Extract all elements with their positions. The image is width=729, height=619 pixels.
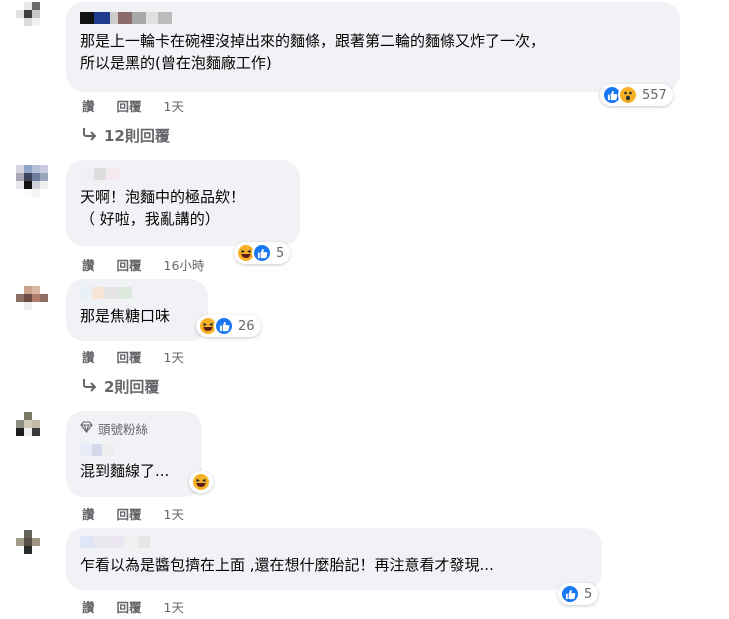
reply-arrow-icon: [82, 127, 98, 145]
comment-text: 那是上一輪卡在碗裡沒掉出來的麵條，跟著第二輪的麵條又炸了一次， 所以是黑的(曾在…: [80, 32, 546, 72]
comment-bubble: 天啊！泡麵中的極品欸！ （ 好啦，我亂講的）: [66, 160, 300, 246]
like-button[interactable]: 讚: [82, 504, 95, 523]
replies-count: 2則回覆: [104, 378, 160, 396]
avatar[interactable]: [16, 2, 48, 34]
comment-bubble: 乍看以為是醬包擠在上面 ,還在想什麼胎記！再注意看才發現...: [66, 528, 602, 590]
comment-bubble: 那是焦糖口味: [66, 279, 208, 341]
reaction-count: 26: [238, 318, 255, 334]
comment-text: 天啊！泡麵中的極品欸！ （ 好啦，我亂講的）: [80, 188, 246, 228]
timestamp[interactable]: 16小時: [164, 255, 205, 274]
haha-icon: [191, 472, 211, 492]
comment-actions: 讚 回覆 1天: [82, 96, 206, 115]
comment-text: 乍看以為是醬包擠在上面 ,還在想什麼胎記！再注意看才發現...: [80, 556, 494, 574]
like-icon: [252, 243, 272, 263]
author-name[interactable]: [80, 287, 194, 299]
reply-button[interactable]: 回覆: [117, 504, 142, 523]
reply-button[interactable]: 回覆: [117, 597, 142, 616]
author-name[interactable]: [80, 536, 588, 548]
like-button[interactable]: 讚: [82, 347, 95, 366]
author-name[interactable]: [80, 168, 286, 180]
like-button[interactable]: 讚: [82, 96, 95, 115]
comment-actions: 讚 回覆 1天: [82, 504, 206, 523]
timestamp[interactable]: 1天: [164, 347, 184, 366]
comment-actions: 讚 回覆 1天: [82, 597, 206, 616]
reaction-summary[interactable]: 557: [600, 84, 673, 106]
avatar[interactable]: [16, 412, 48, 444]
reaction-count: 557: [642, 87, 667, 103]
reply-arrow-icon: [82, 378, 98, 396]
comment-text: 那是焦糖口味: [80, 307, 171, 325]
like-icon: [560, 584, 580, 604]
reply-button[interactable]: 回覆: [117, 347, 142, 366]
like-button[interactable]: 讚: [82, 255, 95, 274]
reply-button[interactable]: 回覆: [117, 96, 142, 115]
reaction-summary[interactable]: 5: [558, 583, 599, 605]
timestamp[interactable]: 1天: [164, 504, 184, 523]
timestamp[interactable]: 1天: [164, 96, 184, 115]
view-replies-link[interactable]: 2則回覆: [82, 376, 159, 397]
reply-button[interactable]: 回覆: [117, 255, 142, 274]
author-name[interactable]: [80, 12, 666, 24]
comment-bubble: 那是上一輪卡在碗裡沒掉出來的麵條，跟著第二輪的麵條又炸了一次， 所以是黑的(曾在…: [66, 2, 680, 92]
reaction-summary[interactable]: 26: [196, 315, 261, 337]
replies-count: 12則回覆: [104, 127, 170, 145]
reaction-summary[interactable]: [189, 471, 213, 493]
badge-label: 頭號粉絲: [98, 422, 149, 437]
timestamp[interactable]: 1天: [164, 597, 184, 616]
like-button[interactable]: 讚: [82, 597, 95, 616]
diamond-icon: [80, 421, 93, 436]
comment-actions: 讚 回覆 1天: [82, 347, 206, 366]
avatar[interactable]: [16, 530, 48, 562]
comment-actions: 讚 回覆 16小時: [82, 255, 226, 274]
reaction-count: 5: [276, 245, 285, 261]
author-name[interactable]: [80, 444, 188, 456]
reaction-count: 5: [584, 586, 593, 602]
comment-text: 混到麵線了...: [80, 462, 170, 480]
top-fan-badge[interactable]: 頭號粉絲: [80, 419, 188, 438]
view-replies-link[interactable]: 12則回覆: [82, 125, 170, 146]
wow-icon: [618, 85, 638, 105]
comment-bubble: 頭號粉絲 混到麵線了...: [66, 411, 202, 497]
avatar[interactable]: [16, 165, 48, 197]
like-icon: [214, 316, 234, 336]
reaction-summary[interactable]: 5: [234, 242, 291, 264]
avatar[interactable]: [16, 286, 48, 318]
